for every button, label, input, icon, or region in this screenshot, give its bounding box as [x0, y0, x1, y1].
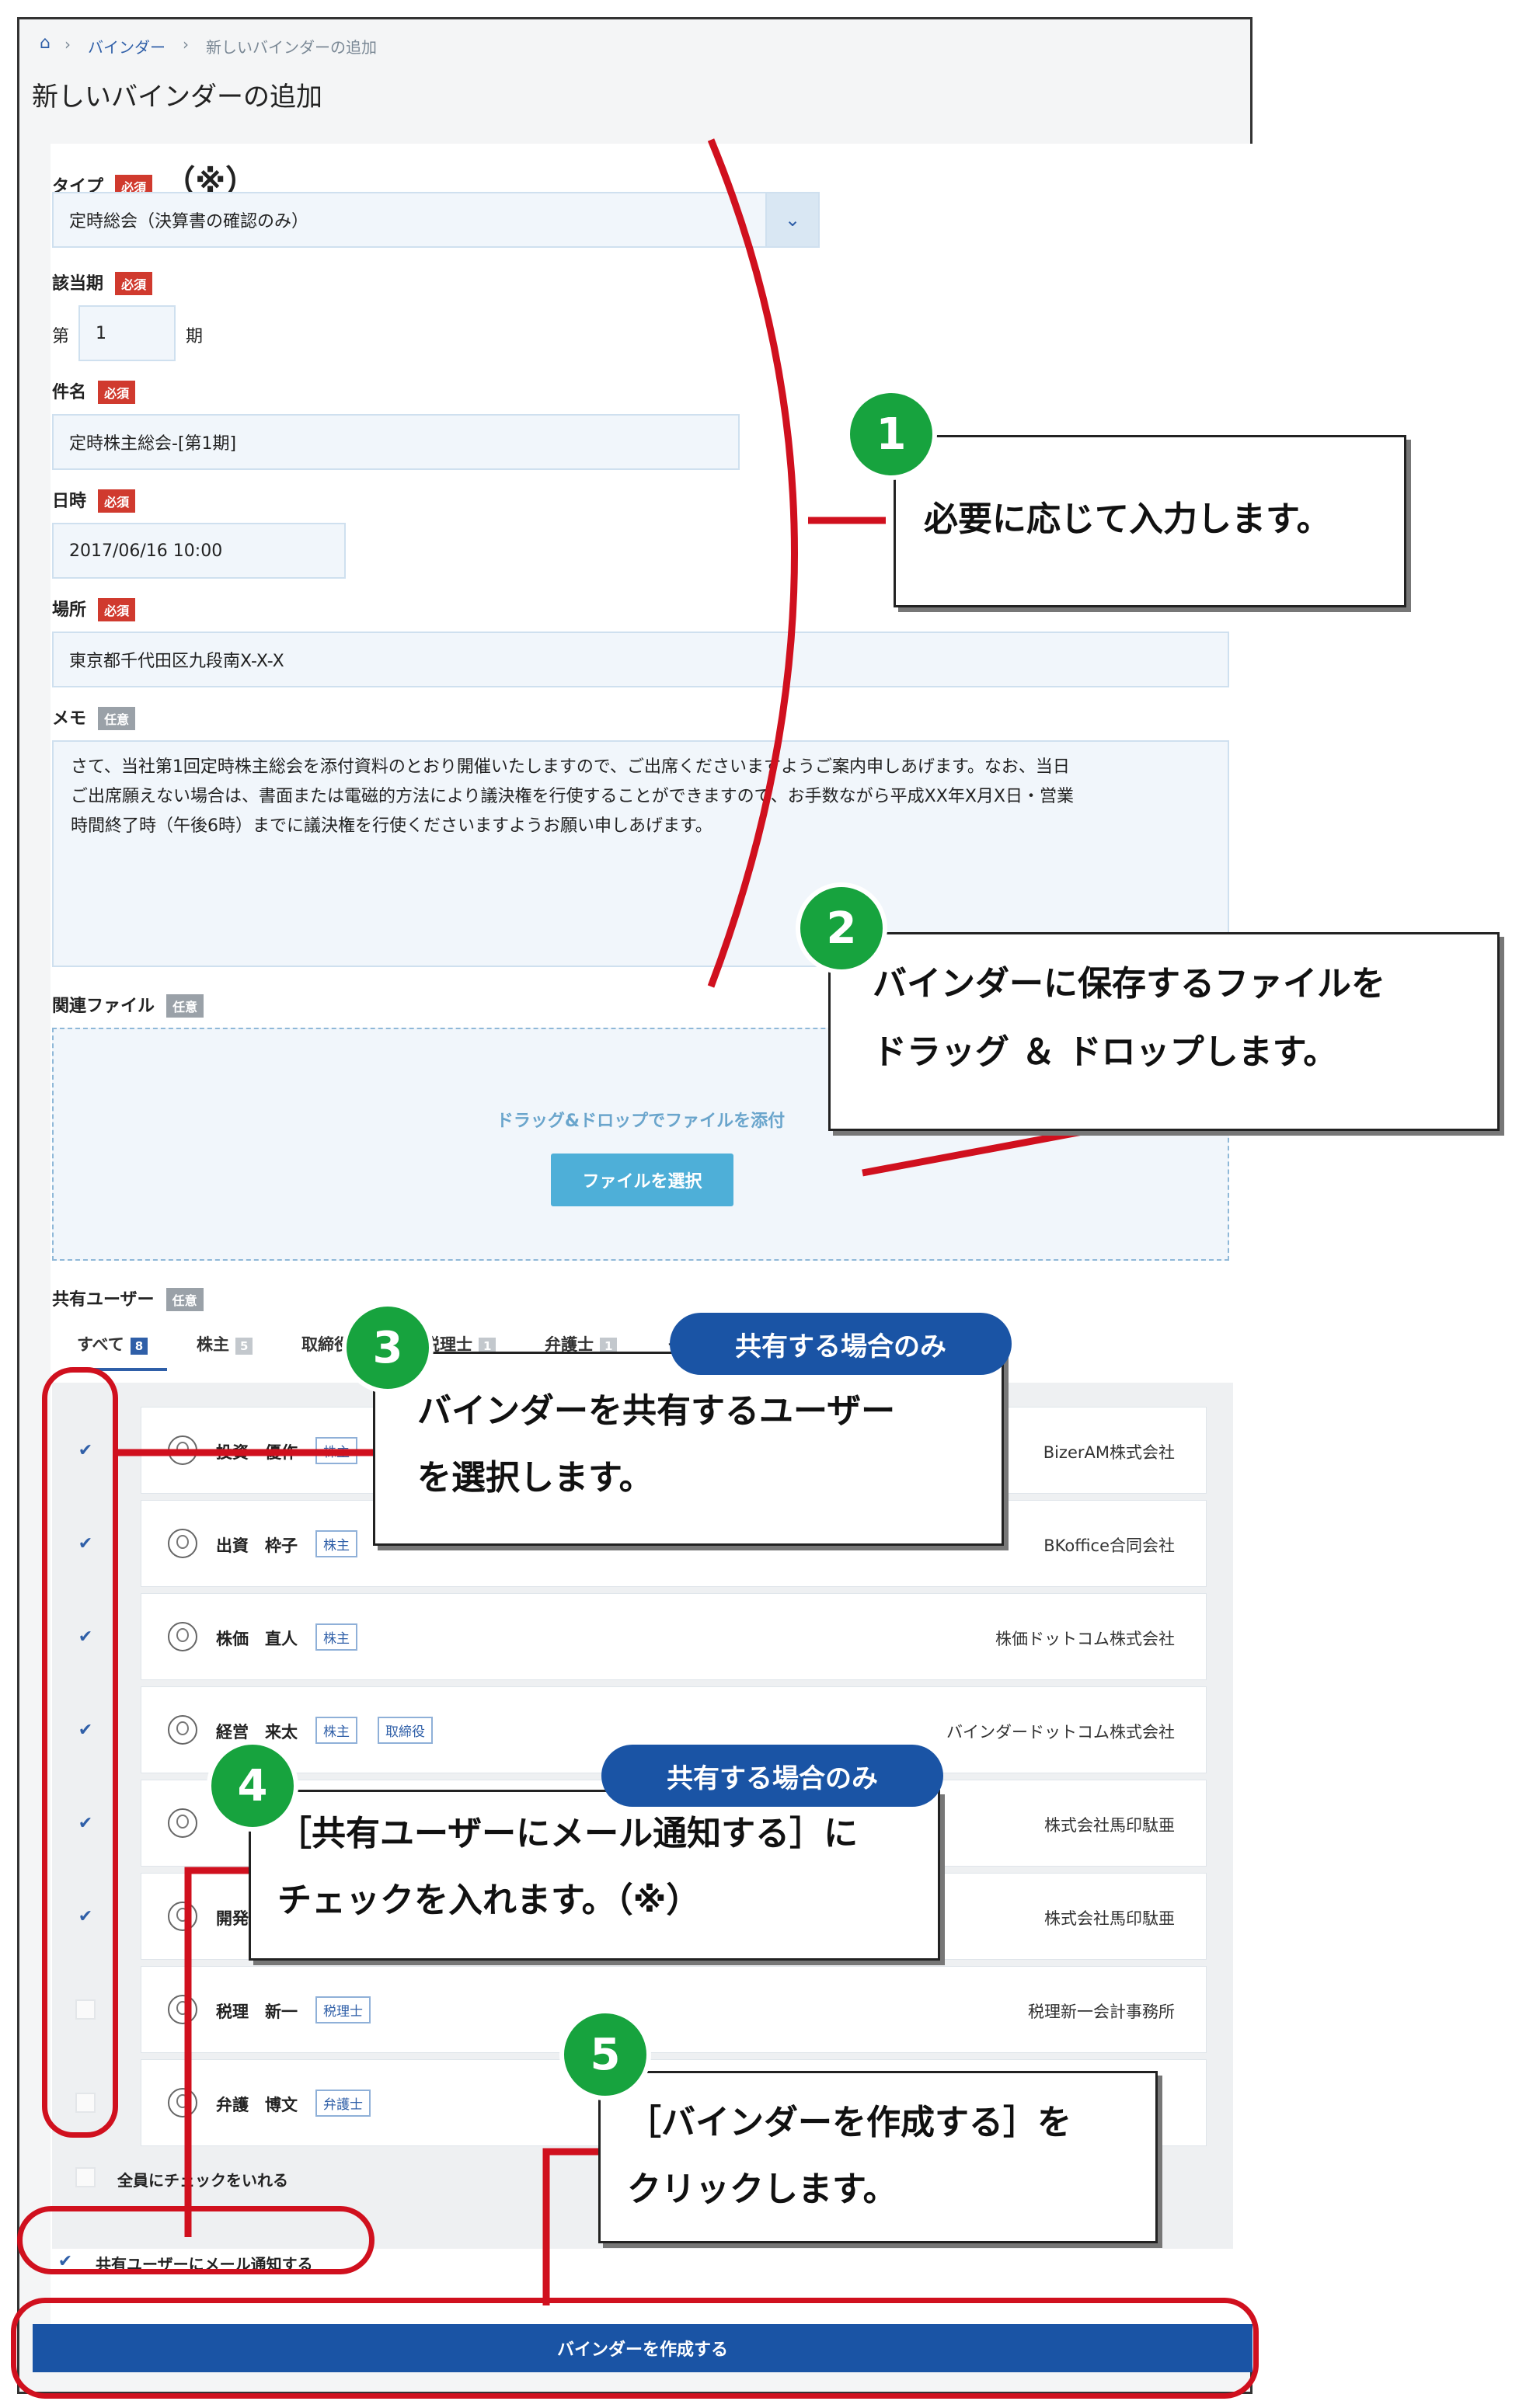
- callout-1: 必要に応じて入力します。: [894, 435, 1406, 607]
- callout-3-line2: を選択します。: [417, 1458, 653, 1498]
- callout-3-line1: バインダーを共有するユーザー: [417, 1391, 896, 1431]
- callout-5-line2: クリックします。: [627, 2170, 897, 2209]
- callout-3: バインダーを共有するユーザー を選択します。: [373, 1352, 1004, 1546]
- callout-4-line2: チェックを入れます。（※）: [277, 1881, 701, 1920]
- callout-5: ［バインダーを作成する］を クリックします。: [598, 2071, 1158, 2243]
- step-3-badge: 3: [342, 1302, 434, 1394]
- step-1-badge: 1: [845, 388, 937, 480]
- callout-4-line1: ［共有ユーザーにメール通知する］に: [277, 1814, 859, 1853]
- annotation-lines: [117, 138, 1112, 2305]
- callout-1-text: 必要に応じて入力します。: [924, 499, 1331, 539]
- step-4-badge: 4: [207, 1740, 298, 1832]
- share-only-pill: 共有する場合のみ: [670, 1313, 1012, 1375]
- step-2-badge: 2: [796, 882, 887, 974]
- checkbox-column-highlight: [42, 1367, 118, 2138]
- callout-4: ［共有ユーザーにメール通知する］に チェックを入れます。（※）: [249, 1790, 940, 1961]
- callout-2-line2: ドラッグ ＆ ドロップします。: [873, 1032, 1338, 1072]
- share-only-pill: 共有する場合のみ: [601, 1745, 943, 1807]
- notify-highlight: [17, 2206, 375, 2274]
- submit-highlight: [11, 2298, 1259, 2399]
- step-5-badge: 5: [559, 2009, 651, 2100]
- callout-2: バインダーに保存するファイルを ドラッグ ＆ ドロップします。: [828, 932, 1500, 1131]
- callout-5-line1: ［バインダーを作成する］を: [627, 2103, 1071, 2142]
- callout-2-line1: バインダーに保存するファイルを: [873, 964, 1385, 1004]
